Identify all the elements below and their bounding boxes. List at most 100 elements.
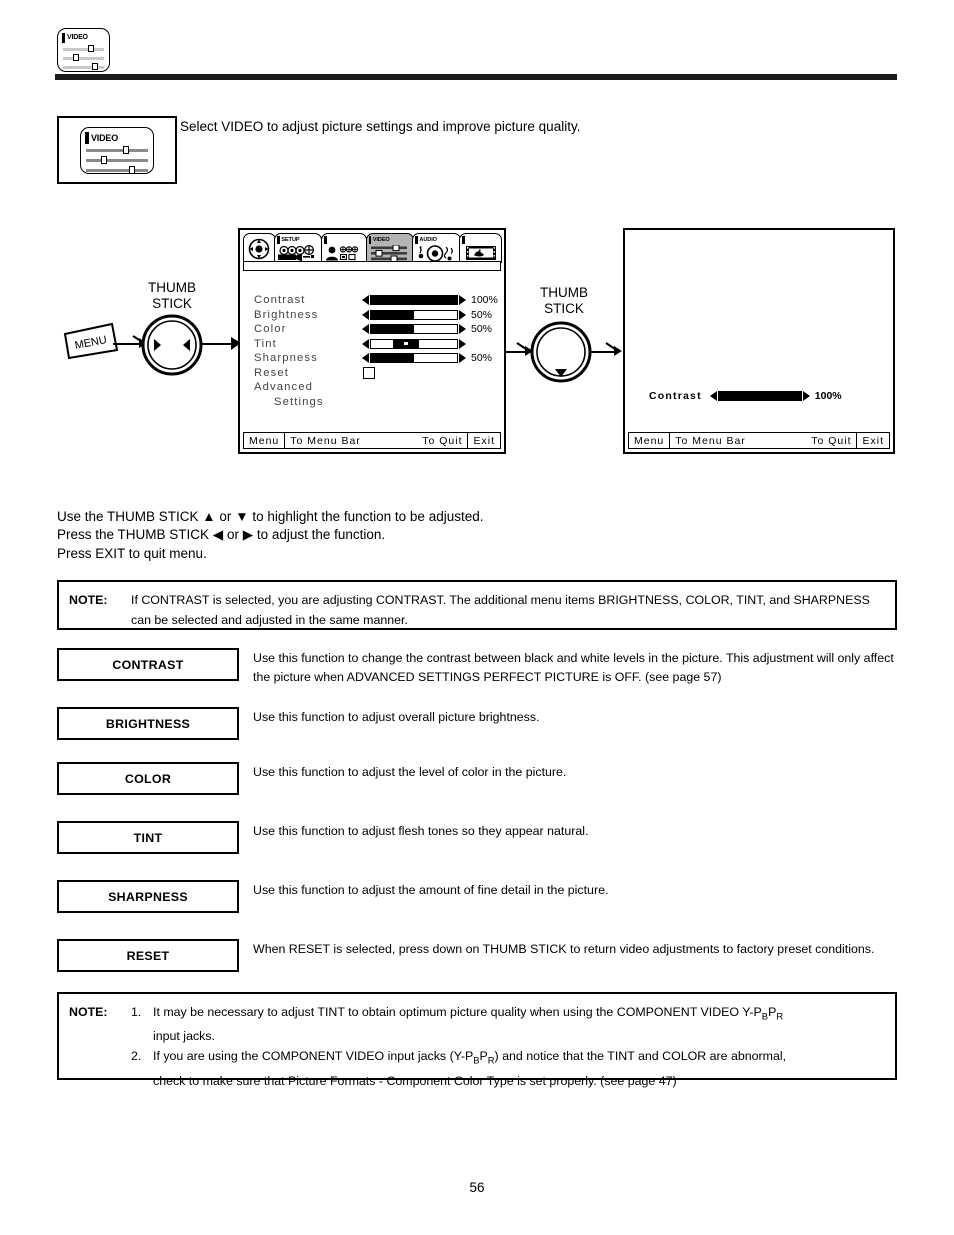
osd-item-label-brightness: Brightness — [254, 308, 319, 321]
decrease-arrow-icon[interactable] — [362, 324, 369, 335]
increase-arrow-icon[interactable] — [802, 391, 810, 401]
footer-to-menu-bar[interactable]: To Menu Bar — [669, 433, 751, 448]
increase-arrow-icon[interactable] — [459, 309, 466, 320]
osd-item-label-tint: Tint — [254, 337, 277, 350]
decrease-arrow-icon[interactable] — [362, 338, 369, 349]
subscript-r: R — [487, 1054, 495, 1066]
function-description: Use this function to adjust overall pict… — [253, 710, 540, 724]
right-arrow-glyph: ▶ — [242, 527, 254, 543]
tint-center-dot — [404, 342, 409, 346]
function-name-box: CONTRAST — [57, 648, 239, 681]
video-chip-label: VIDEO — [91, 132, 119, 143]
increase-arrow-icon[interactable] — [459, 324, 466, 335]
function-row-reset: RESET When RESET is selected, press down… — [57, 939, 897, 972]
setup-camera-icon — [277, 244, 319, 262]
left-arrow-glyph: ◀ — [212, 527, 224, 543]
intro-description: Select VIDEO to adjust picture settings … — [180, 119, 581, 134]
reset-checkbox[interactable] — [363, 366, 375, 379]
footer-to-quit[interactable]: To Quit — [751, 433, 857, 448]
function-description: Use this function to change the contrast… — [253, 651, 894, 684]
video-chip: VIDEO — [80, 127, 154, 174]
video-sliders-icon — [369, 244, 411, 262]
osd-slider-value: 50% — [471, 308, 493, 321]
function-row-brightness: BRIGHTNESS Use this function to adjust o… — [57, 707, 897, 740]
tab-navigation[interactable] — [243, 233, 276, 263]
tab-media[interactable] — [459, 233, 503, 263]
footer-exit[interactable]: Exit — [856, 433, 889, 448]
osd-contrast-readout[interactable]: Contrast 100% — [649, 390, 842, 402]
osd-item-label-sharpness: Sharpness — [254, 352, 318, 364]
osd-slider-contrast[interactable]: 100% — [362, 293, 498, 308]
footer-menu[interactable]: Menu — [629, 433, 669, 448]
osd-slider-color[interactable]: 50% — [362, 322, 498, 337]
note-item-number: 2. — [131, 1049, 142, 1064]
decrease-arrow-icon[interactable] — [362, 353, 369, 364]
osd-menu-bar-strip — [243, 261, 501, 271]
note-text: If CONTRAST is selected, you are adjusti… — [131, 593, 870, 627]
thumbstick-control-left[interactable] — [140, 313, 204, 377]
instruction-line-2: Press the THUMB STICK ◀ or ▶ to adjust t… — [57, 527, 386, 543]
tab-accent-bar — [368, 235, 372, 244]
footer-to-quit[interactable]: To Quit — [366, 433, 468, 448]
function-name-box: SHARPNESS — [57, 880, 239, 913]
osd-item-controls: 100% 50% 50% 50% — [362, 293, 498, 380]
function-description: When RESET is selected, press down on TH… — [253, 942, 875, 956]
tab-audio[interactable]: AUDIO — [412, 233, 461, 263]
increase-arrow-icon[interactable] — [459, 295, 466, 306]
osd-slider-value: 100% — [471, 294, 498, 307]
footer-menu[interactable]: Menu — [244, 433, 284, 448]
note-item-number: 1. — [131, 1005, 142, 1019]
page-number: 56 — [469, 1180, 485, 1195]
tab-accent-bar — [324, 235, 327, 244]
osd-readout-label: Contrast — [649, 390, 702, 402]
video-chip-sliders — [62, 45, 105, 70]
tab-parental[interactable] — [321, 233, 368, 263]
footer-to-menu-bar[interactable]: To Menu Bar — [284, 433, 366, 448]
function-name-box: BRIGHTNESS — [57, 707, 239, 740]
increase-arrow-icon[interactable] — [459, 353, 466, 364]
function-description: Use this function to adjust the amount o… — [253, 883, 609, 897]
note-label: NOTE: — [69, 593, 108, 607]
thumbstick-control-right[interactable] — [529, 320, 593, 384]
video-chip-accent-bar — [62, 32, 65, 43]
header-divider-rule — [55, 74, 897, 80]
function-row-color: COLOR Use this function to adjust the le… — [57, 762, 897, 795]
footer-exit[interactable]: Exit — [467, 433, 500, 448]
increase-arrow-icon[interactable] — [459, 338, 466, 349]
osd-item-label-advanced: Advanced — [254, 381, 314, 393]
osd-reset-row[interactable] — [362, 366, 498, 381]
note-box-top: NOTE: If CONTRAST is selected, you are a… — [57, 580, 897, 630]
osd-slider-brightness[interactable]: 50% — [362, 308, 498, 323]
function-row-contrast: CONTRAST Use this function to change the… — [57, 648, 897, 687]
note-item-2-text: If you are using the COMPONENT VIDEO inp… — [153, 1049, 787, 1066]
osd-tab-list: SETUP VIDEO AUDIO — [243, 233, 503, 263]
thumbstick-label-line1: THUMB — [540, 285, 588, 300]
video-chip-sliders — [85, 146, 149, 174]
tab-accent-bar — [277, 235, 280, 244]
person-lock-icon — [324, 244, 364, 262]
tab-accent-bar — [462, 235, 465, 244]
decrease-arrow-icon[interactable] — [709, 391, 717, 401]
osd-slider-sharpness[interactable]: 50% — [362, 351, 498, 366]
thumbstick-label-left: THUMB STICK — [120, 280, 224, 311]
tab-video[interactable]: VIDEO — [365, 233, 414, 263]
osd-item-label-reset: Reset — [254, 366, 290, 379]
decrease-arrow-icon[interactable] — [362, 295, 369, 306]
function-name-box: COLOR — [57, 762, 239, 795]
note-label: NOTE: — [69, 1005, 108, 1019]
tab-setup[interactable]: SETUP — [274, 233, 323, 263]
tab-accent-bar — [415, 235, 418, 244]
osd-screen-single-adjust: Contrast 100% Menu To Menu Bar To Quit E… — [623, 228, 895, 454]
video-chip-label: VIDEO — [67, 33, 88, 41]
osd-item-label-settings: Settings — [274, 395, 324, 408]
osd-slider-tint[interactable] — [362, 337, 498, 352]
osd-readout-value: 100% — [814, 390, 842, 402]
subscript-r: R — [776, 1010, 784, 1022]
video-chip: VIDEO — [57, 28, 110, 72]
osd-screen-menu: SETUP VIDEO AUDIO Contrast Brightness Co… — [238, 228, 506, 454]
menu-button-key[interactable]: MENU — [62, 322, 120, 360]
down-arrow-glyph: ▼ — [235, 509, 249, 524]
instructions-block: Use the THUMB STICK ▲ or ▼ to highlight … — [57, 508, 657, 563]
function-name-box: TINT — [57, 821, 239, 854]
decrease-arrow-icon[interactable] — [362, 309, 369, 320]
